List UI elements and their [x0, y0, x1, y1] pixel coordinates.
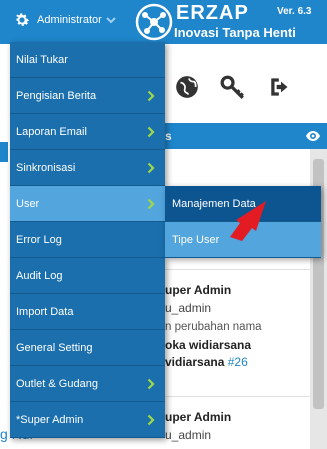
side-edge-tab[interactable] — [0, 142, 8, 162]
feed-detail-name: vidiarsana — [165, 355, 225, 369]
feed-author: uper Admin — [165, 410, 232, 424]
feed-text: n perubahan nama — [165, 321, 262, 333]
feed-divider — [165, 269, 310, 270]
version-label: Ver. 6.3 — [277, 6, 312, 17]
panel-title: s — [165, 129, 172, 143]
feed-username: u_admin — [165, 301, 212, 315]
brand-tagline: Inovasi Tanpa Henti — [174, 25, 296, 40]
feed-author: uper Admin — [165, 283, 232, 297]
menu-item-label: Import Data — [16, 305, 74, 318]
menu-item-audit-log[interactable]: Audit Log — [10, 258, 165, 294]
admin-dropdown-menu: Nilai Tukar Pengisian Berita Laporan Email… — [10, 42, 165, 438]
menu-item-user[interactable]: User — [10, 186, 165, 222]
menu-item-laporan-email[interactable]: Laporan Email — [10, 114, 165, 150]
chevron-right-icon — [147, 162, 155, 174]
menu-item-sinkronisasi[interactable]: Sinkronisasi — [10, 150, 165, 186]
menu-item-import-data[interactable]: Import Data — [10, 294, 165, 330]
chevron-right-icon — [147, 378, 155, 390]
logout-icon[interactable] — [268, 74, 294, 100]
chevron-right-icon — [147, 198, 155, 210]
menu-item-general-setting[interactable]: General Setting — [10, 330, 165, 366]
menu-item-label: *Super Admin — [16, 413, 84, 426]
menu-item-error-log[interactable]: Error Log — [10, 222, 165, 258]
top-header: Administrator ERZAP Ver. 6.3 Inovasi Tan… — [0, 0, 327, 44]
menu-item-label: Outlet & Gudang — [16, 377, 98, 390]
menu-item-nilai-tukar[interactable]: Nilai Tukar — [10, 42, 165, 78]
chevron-down-icon — [106, 17, 116, 24]
feed-detail-line: vidiarsana #26 — [165, 355, 248, 369]
feed-detail: oka widiarsana — [165, 338, 252, 352]
feed-divider — [165, 396, 310, 397]
user-menu-toggle[interactable]: Administrator — [13, 10, 116, 30]
activity-panel-header: s — [165, 123, 327, 149]
feed-username: u_admin — [165, 428, 212, 442]
toolbar-icons — [170, 74, 320, 104]
user-menu-label: Administrator — [37, 14, 102, 26]
menu-item-label: User — [16, 197, 40, 210]
erzap-logo-icon — [135, 3, 173, 41]
feed-link[interactable]: #26 — [228, 355, 248, 369]
chevron-right-icon — [147, 126, 155, 138]
red-pointer-arrow-icon — [230, 201, 266, 241]
menu-item-label: Nilai Tukar — [16, 53, 68, 66]
menu-item-label: Laporan Email — [16, 125, 87, 138]
brand-name: ERZAP — [176, 2, 249, 24]
menu-item-super-admin[interactable]: *Super Admin — [10, 402, 165, 438]
menu-item-label: Pengisian Berita — [16, 89, 97, 102]
submenu-item-label: Tipe User — [172, 233, 220, 246]
chevron-right-icon — [147, 90, 155, 102]
menu-item-label: Error Log — [16, 233, 62, 246]
menu-item-pengisian-berita[interactable]: Pengisian Berita — [10, 78, 165, 114]
globe-icon[interactable] — [174, 74, 200, 100]
key-icon[interactable] — [220, 74, 246, 100]
menu-item-label: Audit Log — [16, 269, 63, 282]
menu-item-outlet-gudang[interactable]: Outlet & Gudang — [10, 366, 165, 402]
menu-item-label: General Setting — [16, 341, 93, 354]
gear-icon — [16, 13, 30, 26]
eye-icon[interactable] — [305, 129, 321, 143]
chevron-right-icon — [147, 414, 155, 426]
menu-item-label: Sinkronisasi — [16, 161, 76, 174]
